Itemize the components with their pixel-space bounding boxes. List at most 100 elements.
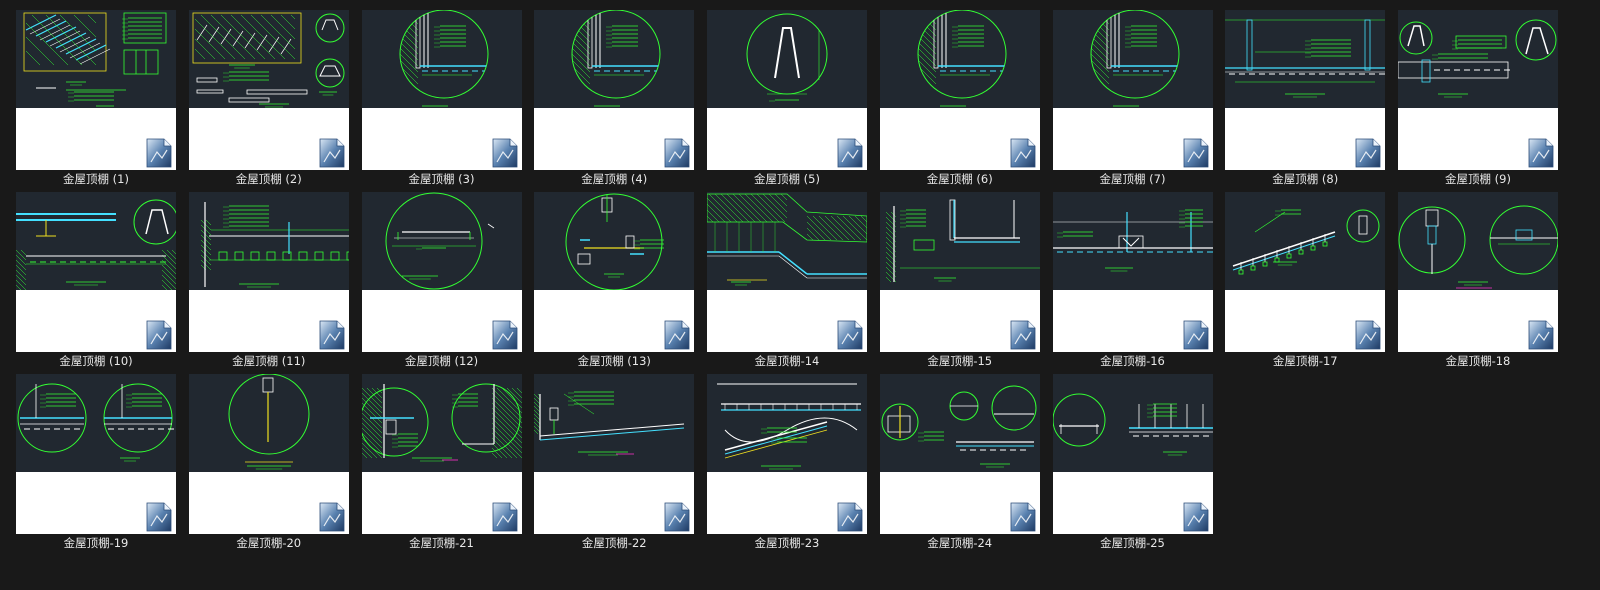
file-thumbnail[interactable] bbox=[1398, 192, 1558, 352]
file-tile[interactable]: 金屋顶棚-20 bbox=[188, 374, 349, 552]
file-name: 金屋顶棚 (2) bbox=[235, 172, 302, 186]
file-thumbnail[interactable] bbox=[1398, 10, 1558, 170]
cad-document-icon bbox=[146, 138, 172, 168]
file-name: 金屋顶棚-15 bbox=[927, 354, 993, 368]
file-name: 金屋顶棚-18 bbox=[1445, 354, 1511, 368]
file-tile[interactable]: 金屋顶棚-14 bbox=[707, 192, 867, 370]
file-thumbnail[interactable] bbox=[361, 192, 522, 352]
file-thumbnail[interactable] bbox=[1225, 192, 1386, 352]
file-tile[interactable]: 金屋顶棚 (4) bbox=[534, 10, 695, 188]
file-name: 金屋顶棚 (5) bbox=[754, 172, 820, 186]
file-thumbnail[interactable] bbox=[879, 374, 1040, 534]
file-tile[interactable]: 金屋顶棚-25 bbox=[1052, 374, 1213, 552]
file-thumbnail[interactable] bbox=[188, 10, 349, 170]
file-tile[interactable]: 金屋顶棚 (11) bbox=[188, 192, 349, 370]
file-name: 金屋顶棚-22 bbox=[581, 536, 647, 550]
file-thumbnail[interactable] bbox=[16, 10, 176, 170]
file-name: 金屋顶棚-14 bbox=[754, 354, 820, 368]
cad-drawing-preview bbox=[879, 192, 1040, 290]
file-thumbnail[interactable] bbox=[534, 10, 695, 170]
file-thumbnail[interactable] bbox=[534, 192, 695, 352]
file-tile[interactable]: 金屋顶棚-21 bbox=[361, 374, 522, 552]
file-tile[interactable]: 金屋顶棚 (13) bbox=[534, 192, 695, 370]
file-thumbnail[interactable] bbox=[16, 192, 176, 352]
file-tile[interactable]: 金屋顶棚-18 bbox=[1398, 192, 1558, 370]
file-name: 金屋顶棚-17 bbox=[1272, 354, 1338, 368]
file-thumbnail[interactable] bbox=[188, 374, 349, 534]
file-thumbnail[interactable] bbox=[16, 374, 176, 534]
file-tile[interactable]: 金屋顶棚-16 bbox=[1052, 192, 1213, 370]
file-tile[interactable]: 金屋顶棚 (3) bbox=[361, 10, 522, 188]
file-tile[interactable]: 金屋顶棚-17 bbox=[1225, 192, 1386, 370]
cad-document-icon bbox=[837, 320, 863, 350]
cad-document-icon bbox=[837, 138, 863, 168]
file-tile[interactable]: 金屋顶棚 (6) bbox=[879, 10, 1040, 188]
file-tile[interactable]: 金屋顶棚 (7) bbox=[1052, 10, 1213, 188]
cad-drawing-preview bbox=[1225, 10, 1386, 108]
file-name: 金屋顶棚 (9) bbox=[1445, 172, 1511, 186]
cad-document-icon bbox=[1355, 320, 1381, 350]
file-thumbnail[interactable] bbox=[1052, 192, 1213, 352]
file-tile[interactable]: 金屋顶棚 (2) bbox=[188, 10, 349, 188]
file-thumbnail[interactable] bbox=[361, 374, 522, 534]
file-tile[interactable]: 金屋顶棚 (9) bbox=[1398, 10, 1558, 188]
file-thumbnail[interactable] bbox=[188, 192, 349, 352]
file-thumbnail[interactable] bbox=[1052, 374, 1213, 534]
file-tile[interactable]: 金屋顶棚 (12) bbox=[361, 192, 522, 370]
cad-drawing-preview bbox=[879, 10, 1040, 108]
file-tile[interactable]: 金屋顶棚 (10) bbox=[16, 192, 176, 370]
file-name: 金屋顶棚 (8) bbox=[1272, 172, 1339, 186]
file-thumbnail[interactable] bbox=[361, 10, 522, 170]
file-thumbnail[interactable] bbox=[879, 10, 1040, 170]
cad-document-icon bbox=[837, 502, 863, 532]
cad-drawing-preview bbox=[1398, 10, 1558, 108]
cad-document-icon bbox=[664, 502, 690, 532]
file-name: 金屋顶棚 (3) bbox=[408, 172, 475, 186]
cad-document-icon bbox=[492, 320, 517, 350]
cad-drawing-preview bbox=[188, 192, 349, 290]
cad-document-icon bbox=[492, 138, 517, 168]
file-tile[interactable]: 金屋顶棚-19 bbox=[16, 374, 176, 552]
file-thumbnail[interactable] bbox=[879, 192, 1040, 352]
cad-drawing-preview bbox=[361, 10, 522, 108]
cad-document-icon bbox=[1010, 320, 1036, 350]
cad-document-icon bbox=[1528, 138, 1554, 168]
cad-drawing-preview bbox=[707, 374, 867, 472]
cad-drawing-preview bbox=[1052, 192, 1213, 290]
file-thumbnail[interactable] bbox=[534, 374, 695, 534]
cad-drawing-preview bbox=[188, 374, 349, 472]
file-name: 金屋顶棚 (4) bbox=[581, 172, 648, 186]
file-name: 金屋顶棚-20 bbox=[236, 536, 302, 550]
file-name: 金屋顶棚-24 bbox=[927, 536, 993, 550]
file-name: 金屋顶棚 (13) bbox=[577, 354, 651, 368]
file-thumbnail[interactable] bbox=[707, 10, 867, 170]
file-tile[interactable]: 金屋顶棚 (5) bbox=[707, 10, 867, 188]
file-thumbnail[interactable] bbox=[1225, 10, 1386, 170]
cad-document-icon bbox=[664, 138, 690, 168]
cad-drawing-preview bbox=[707, 192, 867, 290]
file-tile[interactable]: 金屋顶棚 (8) bbox=[1225, 10, 1386, 188]
cad-document-icon bbox=[319, 138, 345, 168]
file-tile[interactable]: 金屋顶棚-22 bbox=[534, 374, 695, 552]
cad-drawing-preview bbox=[1052, 10, 1213, 108]
cad-document-icon bbox=[1010, 502, 1036, 532]
cad-drawing-preview bbox=[534, 10, 695, 108]
file-thumbnail[interactable] bbox=[1052, 10, 1213, 170]
cad-drawing-preview bbox=[534, 192, 695, 290]
file-tile[interactable]: 金屋顶棚-24 bbox=[879, 374, 1040, 552]
file-grid: 金屋顶棚 (1) 金屋顶棚 (2) 金屋顶棚 (3) 金屋顶棚 (4) 金屋顶棚… bbox=[16, 10, 1558, 552]
cad-document-icon bbox=[664, 320, 690, 350]
file-tile[interactable]: 金屋顶棚-23 bbox=[707, 374, 867, 552]
cad-drawing-preview bbox=[361, 374, 522, 472]
cad-drawing-preview bbox=[16, 10, 176, 108]
cad-document-icon bbox=[146, 502, 172, 532]
cad-document-icon bbox=[1183, 138, 1208, 168]
file-name: 金屋顶棚 (11) bbox=[232, 354, 306, 368]
file-thumbnail[interactable] bbox=[707, 374, 867, 534]
file-tile[interactable]: 金屋顶棚-15 bbox=[879, 192, 1040, 370]
file-tile[interactable]: 金屋顶棚 (1) bbox=[16, 10, 176, 188]
cad-document-icon bbox=[146, 320, 172, 350]
file-thumbnail[interactable] bbox=[707, 192, 867, 352]
file-name: 金屋顶棚-19 bbox=[63, 536, 129, 550]
cad-drawing-preview bbox=[188, 10, 349, 108]
